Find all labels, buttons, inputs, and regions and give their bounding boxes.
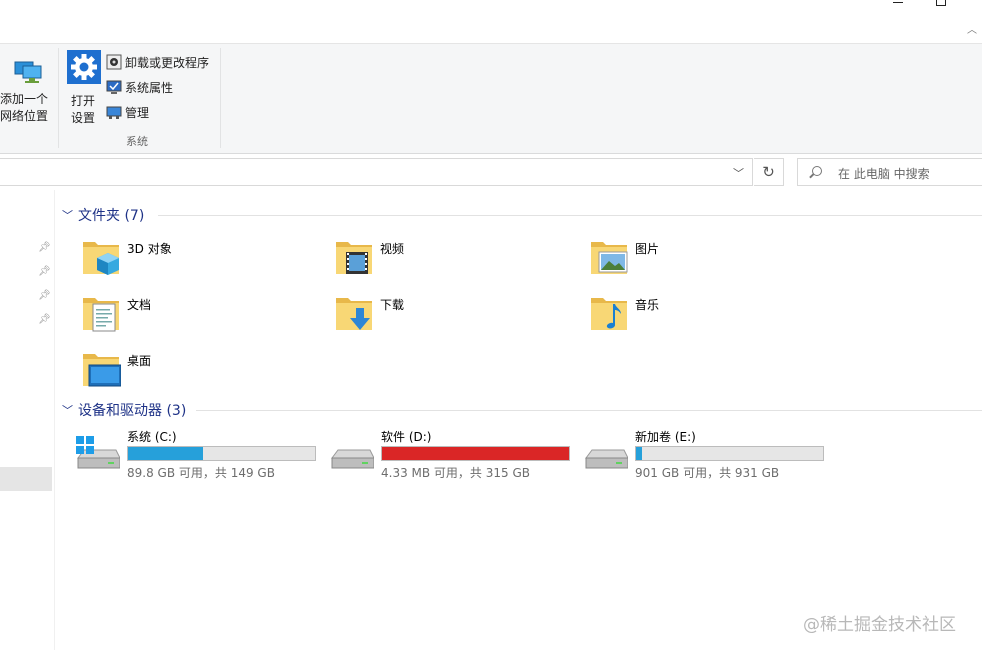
folder-label: 下载: [380, 298, 405, 312]
folders-section-title: 文件夹 (7): [78, 208, 145, 224]
navigation-pane: 📌︎ 📌︎ 📌︎ 📌︎: [0, 190, 55, 650]
system-drive-icon: [76, 436, 120, 469]
system-properties-button[interactable]: 系统属性: [106, 76, 173, 98]
folder-videos[interactable]: 视频: [334, 236, 574, 288]
folder-label: 视频: [380, 242, 405, 256]
hard-drive-icon: [585, 449, 628, 469]
pin-icon[interactable]: 📌︎: [38, 243, 51, 253]
folder-music[interactable]: 音乐: [589, 292, 829, 344]
folders-section-header[interactable]: ﹀ 文件夹 (7): [62, 205, 144, 225]
drive-usage-fill: [636, 447, 642, 460]
chevron-down-icon: ﹀: [62, 209, 73, 222]
search-icon: [812, 166, 822, 176]
uninstall-program-label: 卸载或更改程序: [125, 55, 210, 70]
drive-e[interactable]: 新加卷 (E:) 901 GB 可用，共 931 GB: [584, 428, 834, 484]
ribbon-tab-row: ︿: [0, 22, 982, 44]
section-divider: [158, 215, 982, 216]
3d-objects-folder-icon: [83, 242, 119, 275]
manage-button[interactable]: 管理: [106, 101, 149, 123]
add-network-location-label-2: 网络位置: [0, 109, 48, 123]
maximize-icon[interactable]: [936, 0, 946, 6]
drive-free-space: 901 GB 可用，共 931 GB: [635, 466, 780, 480]
add-network-location-button[interactable]: 添加一个 网络位置: [0, 56, 50, 125]
ribbon-separator: [220, 48, 221, 148]
manage-icon: [106, 106, 122, 119]
folder-label: 3D 对象: [127, 242, 172, 256]
settings-gear-icon: [67, 50, 101, 84]
uninstall-program-button[interactable]: 卸载或更改程序: [106, 51, 209, 73]
folder-downloads[interactable]: 下载: [334, 292, 574, 344]
videos-folder-icon: [336, 242, 372, 274]
drive-name: 新加卷 (E:): [635, 430, 696, 444]
nav-item-selected[interactable]: [0, 467, 52, 491]
open-settings-label-1: 打开: [70, 94, 95, 108]
downloads-folder-icon: [336, 298, 372, 330]
drive-usage-fill: [382, 447, 569, 460]
drive-c[interactable]: 系统 (C:) 89.8 GB 可用，共 149 GB: [76, 428, 326, 484]
network-location-icon: [14, 61, 42, 83]
address-bar[interactable]: ﹀: [0, 158, 753, 186]
system-properties-label: 系统属性: [125, 80, 174, 95]
system-properties-icon: [106, 80, 122, 94]
desktop-folder-icon: [83, 354, 121, 387]
section-divider: [196, 410, 982, 411]
folder-documents[interactable]: 文档: [81, 292, 321, 344]
ribbon-collapse-icon[interactable]: ︿: [966, 25, 978, 37]
ribbon-separator: [58, 48, 59, 148]
drive-free-space: 89.8 GB 可用，共 149 GB: [127, 466, 275, 480]
hard-drive-icon: [331, 449, 374, 469]
drive-usage-fill: [128, 447, 203, 460]
pictures-folder-icon: [591, 242, 628, 274]
chevron-down-icon[interactable]: ﹀: [733, 165, 744, 181]
pin-icon[interactable]: 📌︎: [38, 267, 51, 277]
minimize-icon[interactable]: [893, 2, 903, 3]
watermark: @稀土掘金技术社区: [803, 615, 956, 635]
ribbon: 添加一个 网络位置 打开 设置 卸载或更改程序 系统属性 管理 系统: [0, 44, 982, 154]
refresh-icon[interactable]: ↻: [754, 158, 784, 186]
folder-label: 桌面: [127, 354, 152, 368]
drive-name: 软件 (D:): [381, 430, 432, 444]
pin-icon[interactable]: 📌︎: [38, 291, 51, 301]
drive-usage-bar: [127, 446, 316, 461]
chevron-down-icon: ﹀: [62, 404, 73, 417]
drive-d[interactable]: 软件 (D:) 4.33 MB 可用，共 315 GB: [330, 428, 580, 484]
devices-section-header[interactable]: ﹀ 设备和驱动器 (3): [62, 400, 186, 420]
music-folder-icon: [591, 298, 627, 330]
drive-usage-bar: [381, 446, 570, 461]
manage-label: 管理: [125, 105, 150, 120]
folder-desktop[interactable]: 桌面: [81, 348, 321, 400]
folder-3d-objects[interactable]: 3D 对象: [81, 236, 321, 288]
devices-section-title: 设备和驱动器 (3): [78, 403, 187, 419]
uninstall-icon: [106, 54, 122, 70]
folder-label: 图片: [635, 242, 660, 256]
open-settings-label-2: 设置: [70, 111, 95, 125]
folder-label: 文档: [127, 298, 152, 312]
drive-free-space: 4.33 MB 可用，共 315 GB: [381, 466, 530, 480]
open-settings-button[interactable]: 打开 设置: [64, 50, 102, 127]
folder-pictures[interactable]: 图片: [589, 236, 829, 288]
drive-name: 系统 (C:): [127, 430, 177, 444]
pin-icon[interactable]: 📌︎: [38, 315, 51, 325]
drive-usage-bar: [635, 446, 824, 461]
folder-label: 音乐: [635, 298, 660, 312]
address-row: ﹀ ↻ 在 此电脑 中搜索: [0, 154, 982, 190]
title-bar: [0, 0, 982, 22]
ribbon-group-system-label: 系统: [126, 135, 148, 148]
documents-folder-icon: [83, 298, 119, 332]
add-network-location-label-1: 添加一个: [0, 92, 48, 106]
search-input[interactable]: 在 此电脑 中搜索: [797, 158, 982, 186]
search-placeholder: 在 此电脑 中搜索: [838, 167, 930, 181]
